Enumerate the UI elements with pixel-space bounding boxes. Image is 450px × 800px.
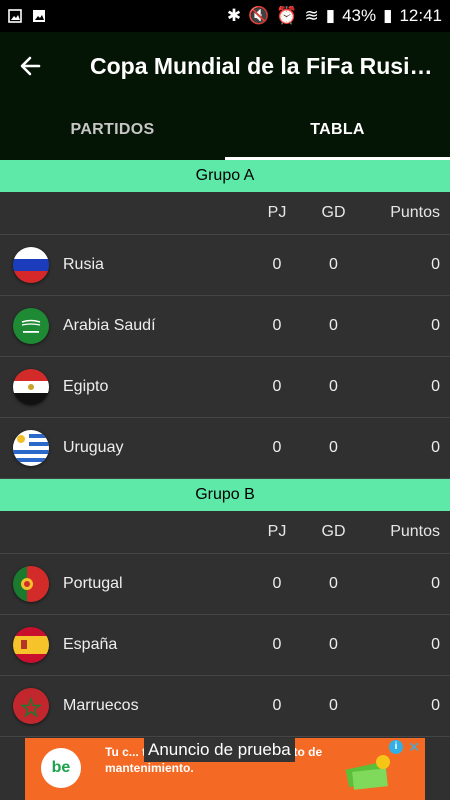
clock: 12:41 xyxy=(399,6,442,25)
team-gd: 0 xyxy=(329,697,338,714)
ad-test-label: Anuncio de prueba xyxy=(144,738,295,762)
team-pj: 0 xyxy=(272,636,282,653)
egypt-flag-icon xyxy=(13,369,49,405)
team-gd: 0 xyxy=(329,636,338,653)
team-name: Egipto xyxy=(63,378,109,395)
team-puntos: 0 xyxy=(431,575,440,592)
morocco-flag-icon xyxy=(13,688,49,724)
team-puntos: 0 xyxy=(431,697,440,714)
team-name: Arabia Saudí xyxy=(63,317,156,334)
back-button[interactable] xyxy=(0,32,60,100)
info-icon[interactable]: i xyxy=(389,740,403,754)
column-header-row: PJ GD Puntos xyxy=(0,192,450,235)
photo-notification-icon xyxy=(8,9,22,23)
alarm-icon: ⏰ xyxy=(276,6,298,25)
team-gd: 0 xyxy=(329,575,338,592)
saudi-arabia-flag-icon xyxy=(13,308,49,344)
table-row[interactable]: Rusia 0 0 0 xyxy=(0,235,450,296)
table-row[interactable]: España 0 0 0 xyxy=(0,615,450,676)
column-pj: PJ xyxy=(267,204,287,221)
battery-percent: 43% xyxy=(342,6,377,25)
status-bar: ✱ 🔇 ⏰ ≋ ▮ 43% ▮ 12:41 xyxy=(0,0,450,32)
column-gd: GD xyxy=(321,523,346,540)
team-gd: 0 xyxy=(329,317,338,334)
ad-banner[interactable]: be Tu c... totalmente gratis y sin costo… xyxy=(25,738,425,800)
group-header: Grupo A xyxy=(0,160,450,192)
arrow-left-icon xyxy=(20,56,41,76)
team-name: Portugal xyxy=(63,575,123,592)
team-puntos: 0 xyxy=(431,256,440,273)
gallery-notification-icon xyxy=(33,10,45,22)
team-gd: 0 xyxy=(329,256,338,273)
column-puntos: Puntos xyxy=(390,204,440,221)
column-gd: GD xyxy=(321,204,346,221)
table-row[interactable]: Marruecos 0 0 0 xyxy=(0,676,450,737)
tab-tabla[interactable]: TABLA xyxy=(225,100,450,160)
app-bar: Copa Mundial de la FiFa Rusia 2018 xyxy=(0,32,450,100)
portugal-flag-icon xyxy=(13,566,49,602)
team-gd: 0 xyxy=(329,439,338,456)
team-pj: 0 xyxy=(272,378,282,395)
team-name: Rusia xyxy=(63,256,104,273)
tab-partidos[interactable]: PARTIDOS xyxy=(0,100,225,160)
wifi-icon: ≋ xyxy=(304,6,319,25)
tab-bar: PARTIDOS TABLA xyxy=(0,100,450,160)
team-puntos: 0 xyxy=(431,317,440,334)
uruguay-flag-icon xyxy=(13,430,49,466)
column-puntos: Puntos xyxy=(390,523,440,540)
team-gd: 0 xyxy=(329,378,338,395)
ad-logo: be xyxy=(41,748,81,788)
table-row[interactable]: Arabia Saudí 0 0 0 xyxy=(0,296,450,357)
spain-flag-icon xyxy=(13,627,49,663)
team-pj: 0 xyxy=(272,575,282,592)
table-row[interactable]: Uruguay 0 0 0 xyxy=(0,418,450,479)
money-icon xyxy=(345,755,390,790)
table-row[interactable]: Portugal 0 0 0 xyxy=(0,554,450,615)
standings-list[interactable]: Grupo A PJ GD Puntos Rusia 0 0 0 Arabia … xyxy=(0,160,450,738)
bluetooth-icon: ✱ xyxy=(226,6,242,25)
team-puntos: 0 xyxy=(431,439,440,456)
column-pj: PJ xyxy=(267,523,287,540)
page-title: Copa Mundial de la FiFa Rusia 2018 xyxy=(90,52,435,79)
signal-icon: ▮ xyxy=(325,6,336,25)
battery-icon: ▮ xyxy=(383,6,393,25)
team-pj: 0 xyxy=(272,439,282,456)
table-row[interactable]: Egipto 0 0 0 xyxy=(0,357,450,418)
russia-flag-icon xyxy=(13,247,49,283)
team-name: Uruguay xyxy=(63,439,124,456)
team-puntos: 0 xyxy=(431,636,440,653)
team-pj: 0 xyxy=(272,256,282,273)
team-puntos: 0 xyxy=(431,378,440,395)
mute-icon: 🔇 xyxy=(248,6,270,25)
team-pj: 0 xyxy=(272,697,282,714)
team-name: Marruecos xyxy=(63,697,139,714)
column-header-row: PJ GD Puntos xyxy=(0,511,450,554)
close-icon[interactable]: ✕ xyxy=(408,739,420,756)
group-header: Grupo B xyxy=(0,479,450,511)
team-pj: 0 xyxy=(272,317,282,334)
team-name: España xyxy=(63,636,118,653)
